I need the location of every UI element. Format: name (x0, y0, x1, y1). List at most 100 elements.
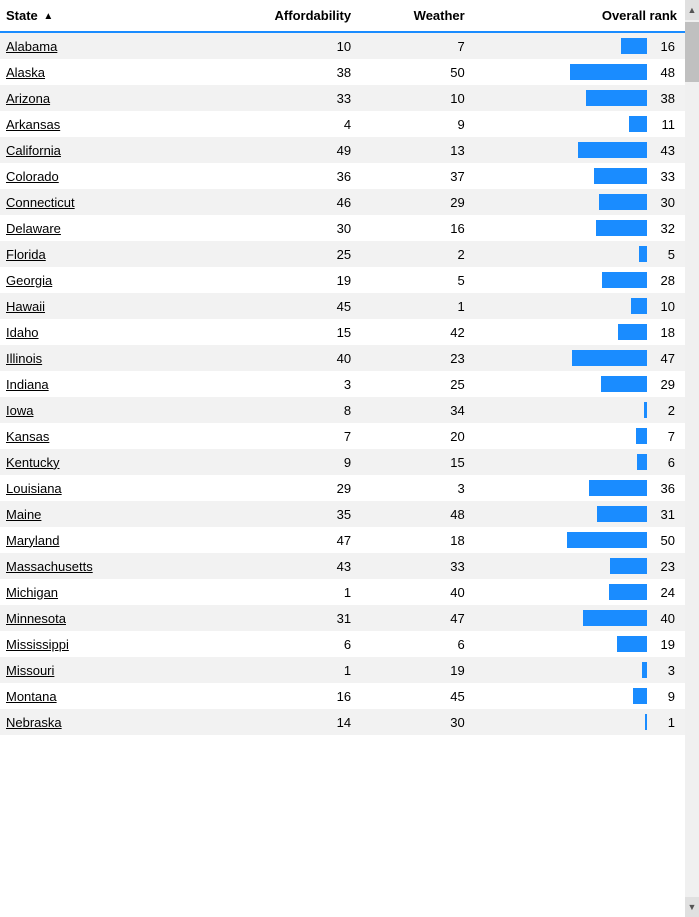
rank-number: 48 (651, 65, 675, 80)
affordability-cell: 43 (211, 553, 357, 579)
rank-cell: 33 (471, 163, 685, 189)
state-cell[interactable]: Illinois (0, 345, 211, 371)
weather-column-header[interactable]: Weather (357, 0, 471, 32)
table-row: Iowa8342 (0, 397, 685, 423)
affordability-cell: 29 (211, 475, 357, 501)
state-cell[interactable]: Arizona (0, 85, 211, 111)
table-row: Michigan14024 (0, 579, 685, 605)
rank-cell: 40 (471, 605, 685, 631)
rank-number: 2 (651, 403, 675, 418)
rank-cell: 32 (471, 215, 685, 241)
table-header-row: State ▲ Affordability Weather Overall ra… (0, 0, 685, 32)
rank-bar (621, 38, 647, 54)
state-cell[interactable]: Louisiana (0, 475, 211, 501)
rank-bar (617, 636, 647, 652)
weather-cell: 33 (357, 553, 471, 579)
table-row: Florida2525 (0, 241, 685, 267)
overall-rank-header-label: Overall rank (602, 8, 677, 23)
state-cell[interactable]: Kansas (0, 423, 211, 449)
states-table: State ▲ Affordability Weather Overall ra… (0, 0, 685, 735)
state-cell[interactable]: Indiana (0, 371, 211, 397)
state-cell[interactable]: Mississippi (0, 631, 211, 657)
rank-bar (610, 558, 647, 574)
affordability-cell: 25 (211, 241, 357, 267)
table-row: Missouri1193 (0, 657, 685, 683)
affordability-cell: 10 (211, 32, 357, 59)
state-cell[interactable]: Kentucky (0, 449, 211, 475)
table-row: Mississippi6619 (0, 631, 685, 657)
table-row: Hawaii45110 (0, 293, 685, 319)
state-cell[interactable]: California (0, 137, 211, 163)
rank-cell: 24 (471, 579, 685, 605)
rank-bar (586, 90, 647, 106)
rank-cell: 38 (471, 85, 685, 111)
state-cell[interactable]: Maine (0, 501, 211, 527)
table-row: Alaska385048 (0, 59, 685, 85)
weather-cell: 6 (357, 631, 471, 657)
weather-header-label: Weather (414, 8, 465, 23)
affordability-cell: 4 (211, 111, 357, 137)
rank-number: 32 (651, 221, 675, 236)
scrollbar-down-button[interactable]: ▼ (685, 897, 699, 917)
state-cell[interactable]: Connecticut (0, 189, 211, 215)
scrollbar-up-button[interactable]: ▲ (685, 0, 699, 20)
rank-bar (637, 454, 647, 470)
state-cell[interactable]: Arkansas (0, 111, 211, 137)
scrollbar-thumb[interactable] (685, 22, 699, 82)
weather-cell: 18 (357, 527, 471, 553)
affordability-cell: 3 (211, 371, 357, 397)
weather-cell: 25 (357, 371, 471, 397)
rank-bar (602, 272, 647, 288)
state-column-header[interactable]: State ▲ (0, 0, 211, 32)
state-cell[interactable]: Missouri (0, 657, 211, 683)
rank-number: 28 (651, 273, 675, 288)
rank-cell: 2 (471, 397, 685, 423)
state-cell[interactable]: Florida (0, 241, 211, 267)
rank-bar (570, 64, 647, 80)
table-row: Arkansas4911 (0, 111, 685, 137)
rank-number: 36 (651, 481, 675, 496)
state-cell[interactable]: Georgia (0, 267, 211, 293)
rank-number: 9 (651, 689, 675, 704)
rank-bar (642, 662, 647, 678)
state-cell[interactable]: Montana (0, 683, 211, 709)
state-cell[interactable]: Alabama (0, 32, 211, 59)
rank-bar (596, 220, 647, 236)
affordability-cell: 31 (211, 605, 357, 631)
rank-number: 38 (651, 91, 675, 106)
weather-cell: 5 (357, 267, 471, 293)
rank-bar (644, 402, 647, 418)
state-cell[interactable]: Massachusetts (0, 553, 211, 579)
affordability-column-header[interactable]: Affordability (211, 0, 357, 32)
rank-cell: 29 (471, 371, 685, 397)
state-cell[interactable]: Hawaii (0, 293, 211, 319)
rank-number: 5 (651, 247, 675, 262)
table-row: Georgia195 28 (0, 267, 685, 293)
rank-number: 16 (651, 39, 675, 54)
state-cell[interactable]: Delaware (0, 215, 211, 241)
rank-number: 43 (651, 143, 675, 158)
state-cell[interactable]: Michigan (0, 579, 211, 605)
affordability-cell: 47 (211, 527, 357, 553)
rank-cell: 18 (471, 319, 685, 345)
rank-cell: 7 (471, 423, 685, 449)
state-cell[interactable]: Minnesota (0, 605, 211, 631)
weather-cell: 9 (357, 111, 471, 137)
rank-cell: 11 (471, 111, 685, 137)
state-cell[interactable]: Maryland (0, 527, 211, 553)
rank-cell: 16 (471, 32, 685, 59)
affordability-cell: 19 (211, 267, 357, 293)
state-cell[interactable]: Idaho (0, 319, 211, 345)
table-row: Alabama10716 (0, 32, 685, 59)
rank-number: 50 (651, 533, 675, 548)
state-cell[interactable]: Iowa (0, 397, 211, 423)
rank-bar (572, 350, 647, 366)
table-row: Louisiana29336 (0, 475, 685, 501)
state-cell[interactable]: Nebraska (0, 709, 211, 735)
state-cell[interactable]: Colorado (0, 163, 211, 189)
weather-cell: 1 (357, 293, 471, 319)
overall-rank-column-header[interactable]: Overall rank (471, 0, 685, 32)
affordability-cell: 1 (211, 657, 357, 683)
rank-cell: 6 (471, 449, 685, 475)
state-cell[interactable]: Alaska (0, 59, 211, 85)
